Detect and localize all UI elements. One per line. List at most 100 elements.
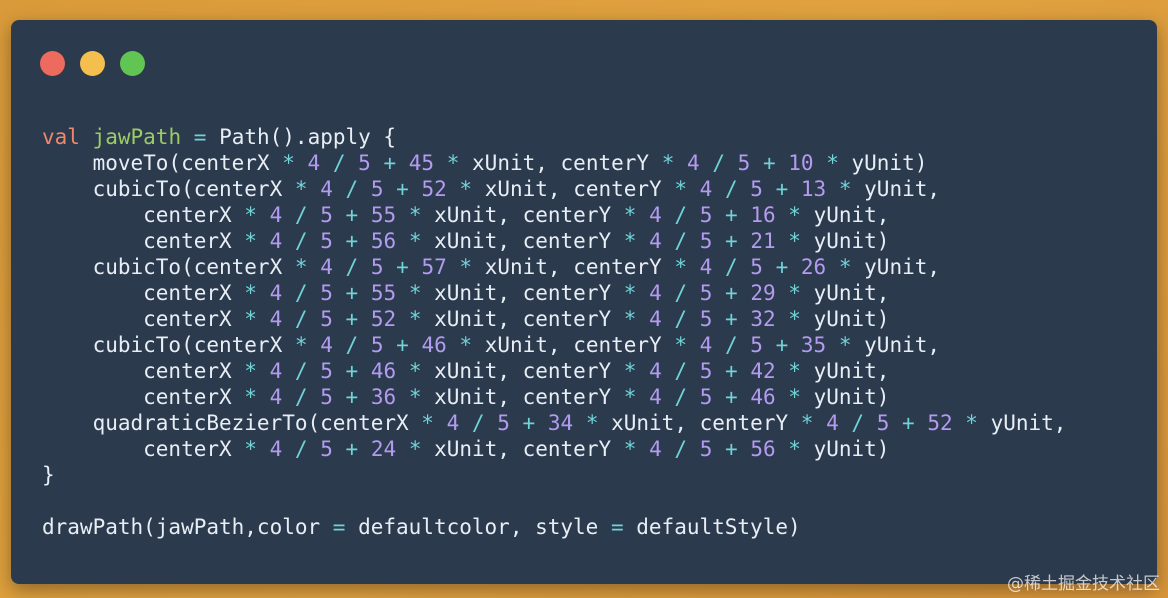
- code-token: /: [674, 385, 688, 409]
- code-token: /: [471, 411, 485, 435]
- code-token: yUnit,: [800, 203, 890, 227]
- code-line: centerX * 4 / 5 + 56 * xUnit, centerY * …: [42, 228, 1066, 254]
- code-token: /: [345, 255, 359, 279]
- code-token: *: [838, 255, 852, 279]
- code-token: centerX: [42, 229, 245, 253]
- close-dot-icon[interactable]: [40, 51, 65, 76]
- code-token: 4: [269, 437, 283, 461]
- code-token: 5: [750, 177, 763, 201]
- code-token: +: [725, 229, 738, 253]
- code-token: *: [788, 281, 801, 305]
- code-token: *: [661, 151, 675, 175]
- code-token: /: [674, 359, 688, 383]
- minimize-dot-icon[interactable]: [80, 51, 105, 76]
- code-line: [42, 488, 1066, 514]
- code-token: centerX: [42, 307, 245, 331]
- code-token: 55: [370, 281, 397, 305]
- code-token: +: [383, 151, 397, 175]
- code-token: *: [965, 411, 978, 435]
- code-token: 5: [737, 151, 751, 175]
- watermark: @稀土掘金技术社区: [1007, 574, 1160, 594]
- code-token: xUnit, centerY: [421, 385, 624, 409]
- code-token: +: [725, 359, 738, 383]
- code-token: 4: [269, 359, 283, 383]
- code-token: +: [396, 255, 409, 279]
- code-token: yUnit,: [977, 411, 1067, 435]
- code-token: *: [838, 177, 852, 201]
- code-line: }: [42, 462, 1066, 488]
- code-token: /: [674, 203, 688, 227]
- code-token: *: [294, 177, 308, 201]
- code-token: +: [902, 411, 915, 435]
- code-token: 4: [649, 203, 662, 227]
- code-line: quadraticBezierTo(centerX * 4 / 5 + 34 *…: [42, 410, 1067, 436]
- code-token: 5: [320, 359, 333, 383]
- code-token: /: [724, 333, 738, 357]
- zoom-dot-icon[interactable]: [120, 51, 145, 76]
- code-token: Path().apply {: [206, 125, 397, 149]
- code-token: 4: [649, 307, 662, 331]
- code-token: 4: [687, 151, 700, 175]
- code-token: +: [345, 203, 359, 227]
- code-token: 5: [320, 437, 333, 461]
- code-line: drawPath(jawPath,color = defaultcolor, s…: [42, 514, 1066, 540]
- code-line: moveTo(centerX * 4 / 5 + 45 * xUnit, cen…: [42, 150, 1066, 176]
- code-token: xUnit, centerY: [421, 281, 624, 305]
- code-token: +: [396, 177, 409, 201]
- code-token: *: [674, 255, 687, 279]
- code-token: xUnit, centerY: [598, 411, 801, 435]
- code-token: 52: [370, 307, 397, 331]
- code-token: *: [800, 411, 814, 435]
- code-token: 4: [269, 203, 283, 227]
- code-token: 4: [320, 333, 333, 357]
- code-token: *: [459, 177, 473, 201]
- code-token: *: [623, 281, 637, 305]
- code-token: *: [421, 411, 434, 435]
- code-token: 4: [320, 177, 333, 201]
- code-token: 4: [269, 281, 283, 305]
- code-token: cubicTo(centerX: [42, 255, 295, 279]
- code-token: }: [42, 463, 55, 487]
- code-token: 56: [750, 437, 776, 461]
